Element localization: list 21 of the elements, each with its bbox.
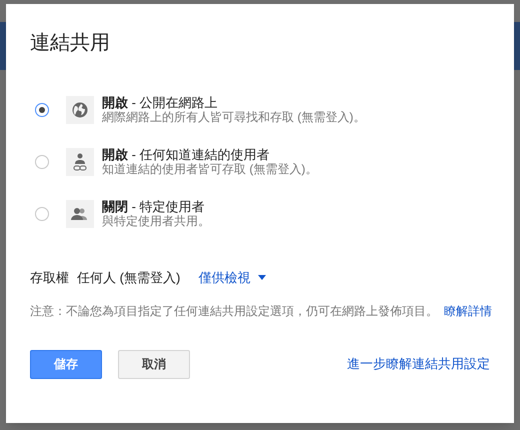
option-description: 網際網路上的所有人皆可尋找和存取 (無需登入)。: [102, 110, 366, 124]
option-label: 開啟 - 任何知道連結的使用者: [102, 148, 271, 162]
radio-button[interactable]: [35, 103, 49, 117]
caret-icon: [258, 275, 266, 280]
radio-button[interactable]: [35, 155, 49, 169]
globe-icon: [72, 102, 88, 118]
note-text: 注意：不論您為項目指定了任何連結共用設定選項，仍可在網路上發佈項目。: [30, 302, 438, 320]
dialog-title: 連結共用: [30, 31, 111, 56]
access-label: 存取權: [30, 269, 69, 287]
option-label: 開啟 - 公開在網路上: [102, 96, 219, 110]
permission-dropdown[interactable]: 僅供檢視: [198, 268, 266, 288]
help-link[interactable]: 進一步瞭解連結共用設定: [347, 354, 490, 374]
radio-button[interactable]: [35, 207, 49, 221]
learn-more-link[interactable]: 瞭解詳情: [444, 302, 492, 320]
access-value: 任何人 (無需登入): [77, 269, 180, 287]
person-link-icon: [73, 153, 87, 171]
cancel-button[interactable]: 取消: [118, 350, 190, 378]
option-label: 關閉 - 特定使用者: [102, 200, 206, 214]
option-description: 知道連結的使用者皆可存取 (無需登入)。: [102, 162, 318, 176]
option-description: 與特定使用者共用。: [102, 214, 210, 228]
people-icon: [71, 207, 89, 221]
